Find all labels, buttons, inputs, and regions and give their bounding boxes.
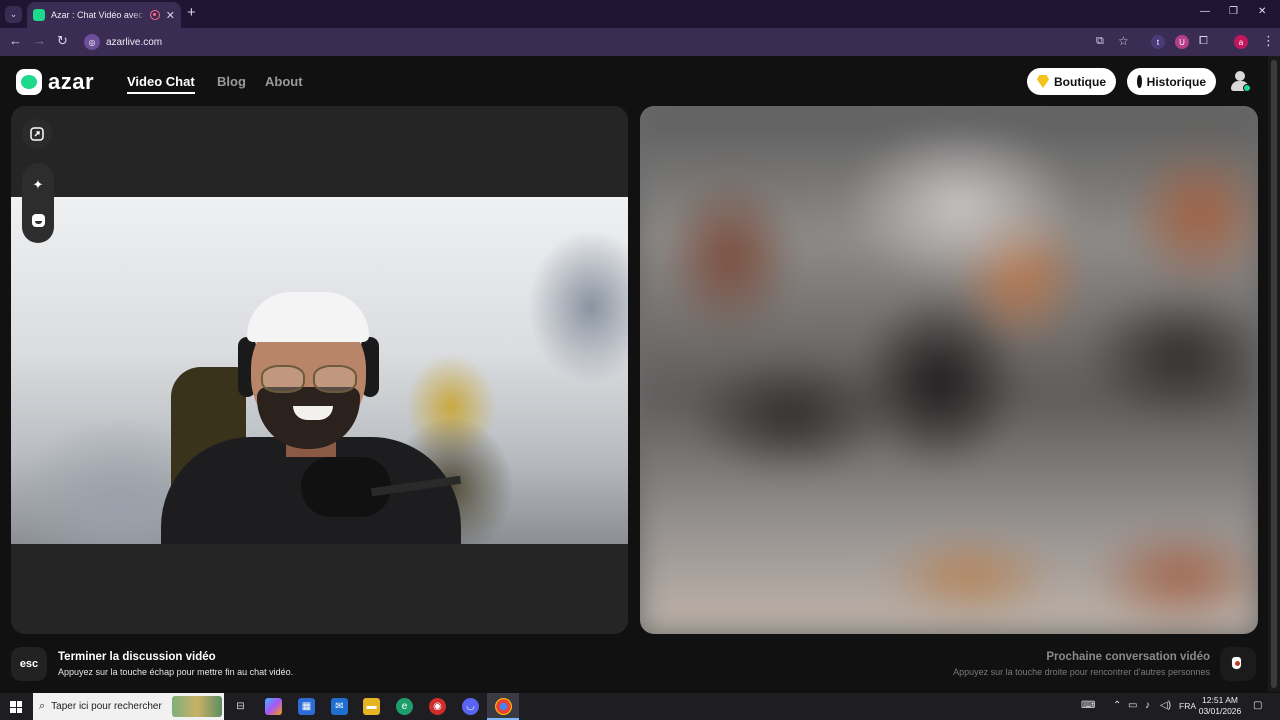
esc-key-button[interactable]: esc [11,647,47,681]
azar-logo-icon [16,69,42,95]
expand-icon [30,127,44,141]
url-text: azarlive.com [106,36,163,48]
chrome-icon[interactable] [495,698,512,715]
boutique-label: Boutique [1054,74,1106,89]
volume-icon[interactable]: ◁) [1160,700,1171,711]
copilot-icon[interactable] [265,698,282,715]
install-app-icon[interactable]: ⧉ [1096,34,1104,48]
new-tab-button[interactable]: + [187,5,196,20]
face-filter-button[interactable] [30,212,46,228]
azar-logo[interactable]: azar [16,69,94,95]
tab-title: Azar : Chat Vidéo avec de n [51,10,146,20]
search-icon: ⌕ [39,700,46,712]
task-view-icon[interactable]: ⊟ [232,698,249,715]
mail-icon[interactable]: ✉ [331,698,348,715]
browser-tab-azar[interactable]: Azar : Chat Vidéo avec de n ✕ [27,2,181,28]
page-scrollbar-thumb[interactable] [1271,60,1277,688]
partner-blurred-feed [640,106,1258,634]
reload-icon[interactable]: ↻ [57,34,68,48]
sparkle-effects-icon[interactable]: ✦ [30,177,46,193]
next-chat-hint: Appuyez sur la touche droite pour rencon… [953,667,1210,677]
clock-date: 03/01/2026 [1198,706,1242,716]
edge-browser-icon[interactable]: e [396,698,413,715]
partner-video-panel [640,106,1258,634]
effects-toolbar: ✦ [22,163,54,243]
expand-view-button[interactable] [22,119,52,149]
minimize-window-icon[interactable]: — [1200,6,1210,17]
end-chat-title: Terminer la discussion vidéo [58,651,216,663]
person-glasses-shape [261,365,357,393]
user-head-shape [1235,71,1245,81]
taskbar-search-box[interactable]: ⌕ Taper ici pour rechercher [33,693,224,720]
nav-about[interactable]: About [265,74,303,89]
forward-arrow-icon[interactable]: → [33,34,46,48]
input-language[interactable]: FRA [1179,701,1196,711]
extension-shield-icon[interactable]: U [1175,35,1189,49]
self-video-panel: ✦ [11,106,628,634]
person-cap-shape [247,292,369,342]
network-icon[interactable]: ▭ [1128,700,1137,711]
microphone-tray-icon[interactable]: ♪ [1145,700,1150,711]
site-info-icon[interactable]: ◎ [84,34,100,50]
recorder-app-icon[interactable]: ◉ [429,698,446,715]
back-arrow-icon[interactable]: ← [9,34,22,48]
taskbar-search-placeholder: Taper ici pour rechercher [51,701,162,712]
end-chat-hint: Appuyez sur la touche échap pour mettre … [58,667,294,677]
windows-taskbar: ⌕ Taper ici pour rechercher ⊟ ▦ ✉ ▬ e ◉ … [0,693,1280,720]
discord-icon[interactable]: ◡ [462,698,479,715]
user-avatar[interactable] [1229,70,1251,92]
windows-start-icon[interactable] [10,701,22,713]
next-chat-title: Prochaine conversation vidéo [1046,651,1210,663]
azar-favicon-icon [33,9,45,21]
nav-video-chat[interactable]: Video Chat [127,74,195,94]
restore-window-icon[interactable]: ❐ [1229,6,1238,17]
clock-time: 12:51 AM [1202,695,1238,705]
search-highlight-image [172,696,222,717]
face-filter-icon [31,213,45,227]
self-camera-feed [11,197,628,544]
browser-toolbar: ← → ↻ ◎ azarlive.com ⧉ ☆ t U ⧠ a ⋮ [0,28,1280,56]
historique-label: Historique [1146,74,1206,89]
taskbar-clock[interactable]: 12:51 AM 03/01/2026 [1196,695,1244,717]
clock-icon [1137,75,1144,88]
tab-close-icon[interactable]: ✕ [166,9,175,22]
extension-t-icon[interactable]: t [1151,35,1165,49]
online-status-icon [1243,84,1251,92]
gem-icon [1037,75,1049,88]
browser-menu-icon[interactable]: ⋮ [1262,34,1275,48]
close-window-icon[interactable]: ✕ [1258,6,1266,17]
logo-text: azar [48,69,95,94]
browser-tab-strip: ⌄ Azar : Chat Vidéo avec de n ✕ + — ❐ ✕ [0,0,1280,28]
boutique-button[interactable]: Boutique [1027,68,1116,95]
site-header: azar Video Chat Blog About Boutique Hist… [0,56,1280,104]
recording-indicator-icon [149,10,160,20]
tab-search-icon[interactable]: ⌄ [5,6,22,23]
bookmark-star-icon[interactable]: ☆ [1118,34,1129,48]
historique-button[interactable]: Historique [1127,68,1216,95]
show-hidden-icons[interactable]: ⌃ [1113,700,1121,711]
notifications-icon[interactable]: ▢ [1253,700,1262,711]
nav-blog[interactable]: Blog [217,74,246,89]
hand-cursor-icon [1231,656,1242,670]
profile-avatar[interactable]: a [1234,35,1248,49]
extensions-puzzle-icon[interactable]: ⧠ [1199,34,1208,48]
store-icon[interactable]: ▦ [298,698,315,715]
file-explorer-icon[interactable]: ▬ [363,698,380,715]
keyboard-tray-icon[interactable]: ⌨ [1081,700,1095,711]
address-bar[interactable]: ◎ azarlive.com [79,31,1145,53]
